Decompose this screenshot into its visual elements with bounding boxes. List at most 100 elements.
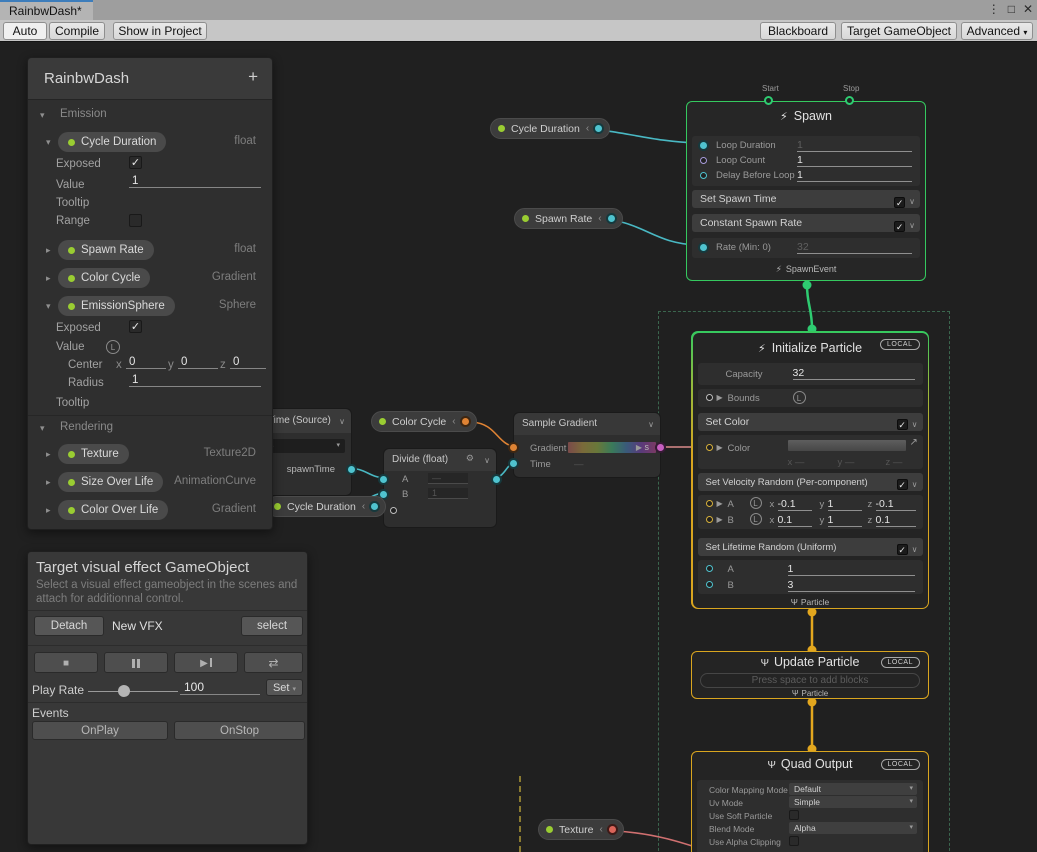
alpha-clipping-checkbox[interactable] [789, 836, 799, 846]
velocity-a-z[interactable]: -0.1 [876, 498, 916, 511]
play-rate-field[interactable]: 100 [180, 680, 260, 695]
add-block-placeholder[interactable]: Press space to add blocks [700, 673, 920, 688]
loop-duration-value[interactable]: 1 [797, 139, 912, 152]
divide-output-port[interactable] [493, 476, 500, 483]
gradient-input-port[interactable] [510, 444, 517, 451]
exposed-checkbox[interactable]: ✓ [129, 156, 142, 169]
set-lifetime-checkbox[interactable]: ✓ [897, 544, 908, 555]
velocity-a-y[interactable]: 1 [828, 498, 862, 511]
color-cycle-pill[interactable]: Color Cycle ‹ [371, 411, 477, 432]
chevron-down-icon[interactable]: ∨ [912, 476, 918, 494]
collapse-icon[interactable]: ‹ [586, 123, 589, 134]
collapse-icon[interactable]: ‹ [362, 501, 365, 512]
lifetime-a-value[interactable]: 1 [788, 563, 915, 576]
expand-arrow-icon[interactable]: ▶ [717, 443, 723, 452]
blend-mode-dropdown[interactable]: Alpha▾ [789, 822, 917, 834]
add-parameter-button[interactable]: + [248, 67, 258, 87]
space-toggle[interactable]: L [793, 391, 806, 404]
sample-gradient-node[interactable]: Sample Gradient ∨ Gradient Time — ▶ s [513, 412, 661, 478]
soft-particle-checkbox[interactable] [789, 810, 799, 820]
play-rate-slider-handle[interactable] [118, 685, 130, 697]
advanced-dropdown-button[interactable]: Advanced ▾ [961, 22, 1033, 40]
divide-a-port[interactable] [380, 476, 387, 483]
collapse-icon[interactable]: ‹ [599, 824, 602, 835]
range-checkbox[interactable] [129, 214, 142, 227]
param-emission-sphere[interactable]: EmissionSphere [58, 296, 175, 316]
set-dropdown-button[interactable]: Set ▾ [266, 679, 303, 696]
chevron-down-icon[interactable]: ∨ [339, 417, 345, 426]
expand-arrow-icon[interactable]: ▶ [717, 515, 723, 524]
set-velocity-block[interactable]: Set Velocity Random (Per-component) ✓∨ [698, 473, 923, 491]
loop-count-port[interactable] [700, 157, 707, 164]
select-button[interactable]: select [241, 616, 303, 636]
divide-add-operand-port[interactable] [390, 507, 397, 514]
spawn-start-port[interactable] [764, 96, 773, 105]
value-field[interactable]: 1 [129, 175, 261, 188]
time-input-port[interactable] [510, 460, 517, 467]
velocity-b-x[interactable]: 0.1 [778, 514, 812, 527]
center-x-field[interactable]: 0 [126, 356, 166, 369]
color-port[interactable] [706, 444, 713, 451]
velocity-b-y[interactable]: 1 [828, 514, 862, 527]
kebab-menu-icon[interactable]: ⋮ [988, 2, 1000, 16]
initialize-node[interactable]: ⚡Initialize Particle LOCAL Capacity 32 ▶… [691, 331, 929, 609]
lifetime-b-value[interactable]: 3 [788, 579, 915, 592]
lifetime-b-port[interactable] [706, 581, 713, 588]
gear-icon[interactable]: ⚙ [466, 453, 474, 464]
cycle-duration-pill-mid[interactable]: Cycle Duration ‹ [266, 496, 386, 517]
loop-duration-port[interactable] [700, 142, 707, 149]
foldout-open-icon[interactable]: ▾ [46, 137, 51, 148]
pill-output-port[interactable] [609, 826, 616, 833]
delay-before-loop-value[interactable]: 1 [797, 169, 912, 182]
divide-a-value[interactable]: — [428, 473, 468, 484]
gradient-swatch[interactable] [568, 442, 656, 453]
set-color-block[interactable]: Set Color ✓∨ [698, 413, 923, 431]
pill-output-port[interactable] [595, 125, 602, 132]
chevron-down-icon[interactable]: ∨ [912, 541, 918, 559]
restart-button[interactable]: ⇄ [244, 652, 303, 673]
compile-button[interactable]: Compile [49, 22, 105, 40]
texture-pill[interactable]: Texture ‹ [538, 819, 624, 840]
pill-output-port[interactable] [608, 215, 615, 222]
pause-button[interactable] [104, 652, 168, 673]
uv-mode-dropdown[interactable]: Simple▾ [789, 796, 917, 808]
onstop-button[interactable]: OnStop [174, 721, 305, 740]
velocity-b-port[interactable] [706, 516, 713, 523]
spawn-stop-port[interactable] [845, 96, 854, 105]
chevron-down-icon[interactable]: ∨ [909, 193, 915, 211]
category-emission[interactable]: Emission [60, 108, 107, 120]
velocity-b-z[interactable]: 0.1 [876, 514, 916, 527]
spawn-node[interactable]: ⚡Spawn Loop Duration 1 Loop Count 1 Dela… [686, 101, 926, 281]
radius-field[interactable]: 1 [129, 374, 261, 387]
set-spawn-time-checkbox[interactable]: ✓ [894, 197, 905, 208]
expand-arrow-icon[interactable]: ▶ [717, 499, 723, 508]
eyedropper-icon[interactable]: ↗ [910, 437, 918, 448]
delay-before-loop-port[interactable] [700, 172, 707, 179]
spawn-time-output-port[interactable] [348, 466, 355, 473]
maximize-icon[interactable]: □ [1008, 2, 1015, 16]
collapse-icon[interactable]: ‹ [452, 416, 455, 427]
close-icon[interactable]: ✕ [1023, 2, 1033, 16]
chevron-down-icon[interactable]: ∨ [484, 456, 490, 465]
detach-button[interactable]: Detach [34, 616, 104, 636]
update-node[interactable]: ΨUpdate Particle LOCAL Press space to ad… [691, 651, 929, 699]
asset-tab[interactable]: RainbwDash* [0, 0, 93, 20]
color-mapping-dropdown[interactable]: Default▾ [789, 783, 917, 795]
category-rendering[interactable]: Rendering [60, 421, 113, 433]
spawn-rate-pill[interactable]: Spawn Rate ‹ [514, 208, 623, 229]
pill-output-port[interactable] [462, 418, 469, 425]
constant-spawn-rate-checkbox[interactable]: ✓ [894, 221, 905, 232]
divide-b-value[interactable]: 1 [428, 488, 468, 499]
chevron-down-icon[interactable]: ∨ [909, 217, 915, 235]
param-spawn-rate[interactable]: Spawn Rate [58, 240, 154, 260]
foldout-open-icon[interactable]: ▾ [46, 301, 51, 312]
param-texture[interactable]: Texture [58, 444, 129, 464]
velocity-a-port[interactable] [706, 500, 713, 507]
param-size-over-life[interactable]: Size Over Life [58, 472, 163, 492]
chevron-down-icon[interactable]: ∨ [648, 420, 654, 429]
pill-output-port[interactable] [371, 503, 378, 510]
foldout-open-icon[interactable]: ▾ [40, 423, 45, 434]
center-z-field[interactable]: 0 [230, 356, 266, 369]
expand-arrow-icon[interactable]: ▶ [636, 443, 642, 452]
collapse-icon[interactable]: ‹ [598, 213, 601, 224]
